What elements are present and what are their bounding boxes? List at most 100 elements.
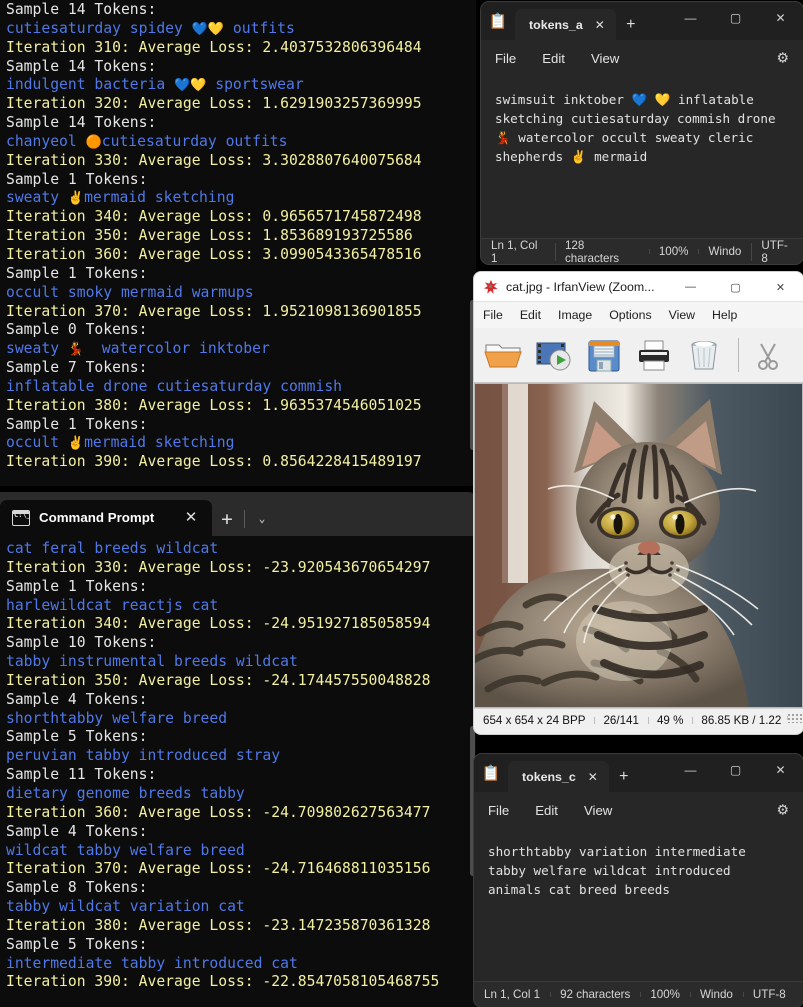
save-icon[interactable] — [584, 336, 624, 374]
terminal-line: Sample 14 Tokens: — [6, 1, 157, 18]
close-icon[interactable]: ✕ — [758, 754, 803, 786]
terminal-line: occult ✌️mermaid sketching — [6, 434, 235, 452]
notepad-c-menubar[interactable]: File Edit View ⚙ — [474, 792, 803, 828]
line-ending[interactable]: Windo — [698, 245, 751, 258]
terminal-line: Iteration 370: Average Loss: -24.7164688… — [6, 860, 431, 878]
terminal-line: wildcat tabby welfare breed — [6, 841, 245, 859]
line-ending[interactable]: Windo — [689, 988, 743, 1001]
menu-item-view[interactable]: View — [669, 308, 695, 322]
tab-tokens-c[interactable]: tokens_c ✕ — [508, 761, 609, 792]
emoji: 💙💛 — [174, 78, 207, 94]
menu-item-file[interactable]: File — [495, 51, 516, 66]
terminal-line: Sample 14 Tokens: — [6, 114, 157, 132]
window-controls[interactable]: — ▢ ✕ — [668, 272, 803, 302]
terminal-line: inflatable drone cutiesaturday commish — [6, 377, 343, 395]
notepad-window-tokens-c[interactable]: 📋 tokens_c ✕ + — ▢ ✕ File Edit View ⚙ sh… — [474, 754, 803, 1007]
terminal-line: Sample 7 Tokens: — [6, 359, 148, 377]
terminal-line: cutiesaturday spidey 💙💛 outfits — [6, 19, 295, 37]
irfanview-image-canvas[interactable] — [474, 383, 803, 708]
notepad-a-titlebar[interactable]: 📋 tokens_a ✕ + — ▢ ✕ — [481, 2, 803, 40]
menu-item-edit[interactable]: Edit — [542, 51, 565, 66]
menu-item-file[interactable]: File — [483, 308, 503, 322]
terminal-bottom-output: cat feral breeds wildcat Iteration 330: A… — [0, 536, 476, 992]
irfanview-statusbar: 654 x 654 x 24 BPP 26/141 49 % 86.85 KB … — [474, 708, 803, 732]
zoom-level[interactable]: 100% — [648, 245, 699, 258]
print-icon[interactable] — [634, 336, 674, 374]
terminal-line: dietary genome breeds tabby — [6, 784, 245, 802]
menu-item-options[interactable]: Options — [609, 308, 651, 322]
menu-item-file[interactable]: File — [488, 803, 509, 818]
notepad-a-menubar[interactable]: File Edit View ⚙ — [481, 40, 803, 76]
close-icon[interactable]: ✕ — [758, 272, 803, 302]
irfanview-menubar[interactable]: File Edit Image Options View Help — [474, 302, 803, 328]
menu-item-view[interactable]: View — [584, 803, 612, 818]
encoding[interactable]: UTF-8 — [742, 988, 796, 1001]
minimize-icon[interactable]: — — [668, 272, 713, 302]
close-icon[interactable]: ✕ — [758, 2, 803, 34]
terminal-tabstrip[interactable]: C:\_ Command Prompt ✕ + ⌄ — [0, 492, 476, 536]
tab-command-prompt[interactable]: C:\_ Command Prompt ✕ — [0, 500, 212, 536]
tab-tokens-a[interactable]: tokens_a ✕ — [515, 9, 616, 40]
terminal-line: Sample 8 Tokens: — [6, 879, 148, 897]
delete-icon[interactable] — [684, 336, 724, 374]
terminal-line: Iteration 330: Average Loss: 3.302880764… — [6, 151, 422, 169]
file-size: 86.85 KB / 1.22 — [692, 714, 790, 727]
close-icon[interactable]: ✕ — [590, 15, 610, 35]
chevron-down-icon[interactable]: ⌄ — [247, 502, 277, 536]
terminal-line: indulgent bacteria 💙💛 sportswear — [6, 76, 304, 94]
slideshow-icon[interactable] — [534, 336, 574, 374]
notepad-window-tokens-a[interactable]: 📋 tokens_a ✕ + — ▢ ✕ File Edit View ⚙ sw… — [481, 2, 803, 264]
terminal-line: Iteration 370: Average Loss: 1.952109813… — [6, 302, 422, 320]
menu-item-view[interactable]: View — [591, 51, 619, 66]
close-icon[interactable]: ✕ — [178, 505, 204, 531]
new-tab-icon[interactable]: + — [616, 9, 646, 40]
encoding[interactable]: UTF-8 — [751, 239, 803, 264]
terminal-top-pane[interactable]: Sample 14 Tokens: cutiesaturday spidey 💙💛… — [0, 0, 476, 486]
emoji: 🟠 — [85, 134, 102, 150]
open-folder-icon[interactable] — [482, 336, 524, 374]
terminal-line: cat feral breeds wildcat — [6, 540, 219, 557]
new-tab-icon[interactable]: + — [609, 761, 639, 792]
zoom-level[interactable]: 100% — [640, 988, 690, 1001]
terminal-line: Iteration 380: Average Loss: 1.963537454… — [6, 396, 422, 414]
notepad-c-textarea[interactable]: shorthtabby variation intermediate tabby… — [474, 828, 803, 899]
menu-item-help[interactable]: Help — [712, 308, 737, 322]
terminal-line: occult smoky mermaid warmups — [6, 283, 254, 301]
notepad-icon: 📋 — [481, 765, 501, 782]
cursor-position: Ln 1, Col 1 — [484, 988, 541, 1001]
menu-item-image[interactable]: Image — [558, 308, 592, 322]
tab-label: Command Prompt — [39, 509, 155, 525]
maximize-icon[interactable]: ▢ — [713, 2, 758, 34]
emoji: 💙💛 — [191, 21, 225, 37]
terminal-bottom-window[interactable]: C:\_ Command Prompt ✕ + ⌄ cat feral bree… — [0, 492, 476, 1007]
terminal-line: harlewildcat reactjs cat — [6, 596, 219, 614]
gear-icon[interactable]: ⚙ — [776, 802, 789, 819]
maximize-icon[interactable]: ▢ — [713, 754, 758, 786]
terminal-line: Sample 1 Tokens: — [6, 264, 148, 282]
notepad-a-textarea[interactable]: swimsuit inktober 💙 💛 inflatable sketchi… — [481, 76, 803, 166]
terminal-line: Sample 1 Tokens: — [6, 170, 148, 188]
irfanview-titlebar[interactable]: cat.jpg - IrfanView (Zoom... — ▢ ✕ — [474, 272, 803, 302]
resize-grip[interactable] — [787, 712, 803, 723]
minimize-icon[interactable]: — — [668, 2, 713, 34]
terminal-line: Iteration 350: Average Loss: -24.1744575… — [6, 671, 431, 689]
notepad-icon: 📋 — [488, 13, 508, 30]
maximize-icon[interactable]: ▢ — [713, 272, 758, 302]
irfanview-toolbar[interactable] — [474, 328, 803, 383]
terminal-line: tabby instrumental breeds wildcat — [6, 653, 298, 671]
notepad-c-titlebar[interactable]: 📋 tokens_c ✕ + — ▢ ✕ — [474, 754, 803, 792]
window-controls[interactable]: — ▢ ✕ — [668, 2, 803, 34]
minimize-icon[interactable]: — — [668, 754, 713, 786]
close-icon[interactable]: ✕ — [583, 767, 603, 787]
terminal-line: Sample 4 Tokens: — [6, 690, 148, 708]
window-controls[interactable]: — ▢ ✕ — [668, 754, 803, 786]
terminal-line: Sample 4 Tokens: — [6, 822, 148, 840]
menu-item-edit[interactable]: Edit — [535, 803, 558, 818]
menu-item-edit[interactable]: Edit — [520, 308, 541, 322]
new-tab-icon[interactable]: + — [212, 502, 242, 536]
irfanview-window[interactable]: cat.jpg - IrfanView (Zoom... — ▢ ✕ File … — [474, 272, 803, 734]
terminal-line: Sample 14 Tokens: — [6, 57, 157, 75]
terminal-line: Iteration 390: Average Loss: -22.8547058… — [6, 973, 440, 991]
terminal-line: Iteration 360: Average Loss: -24.7098026… — [6, 803, 431, 821]
gear-icon[interactable]: ⚙ — [776, 50, 789, 67]
